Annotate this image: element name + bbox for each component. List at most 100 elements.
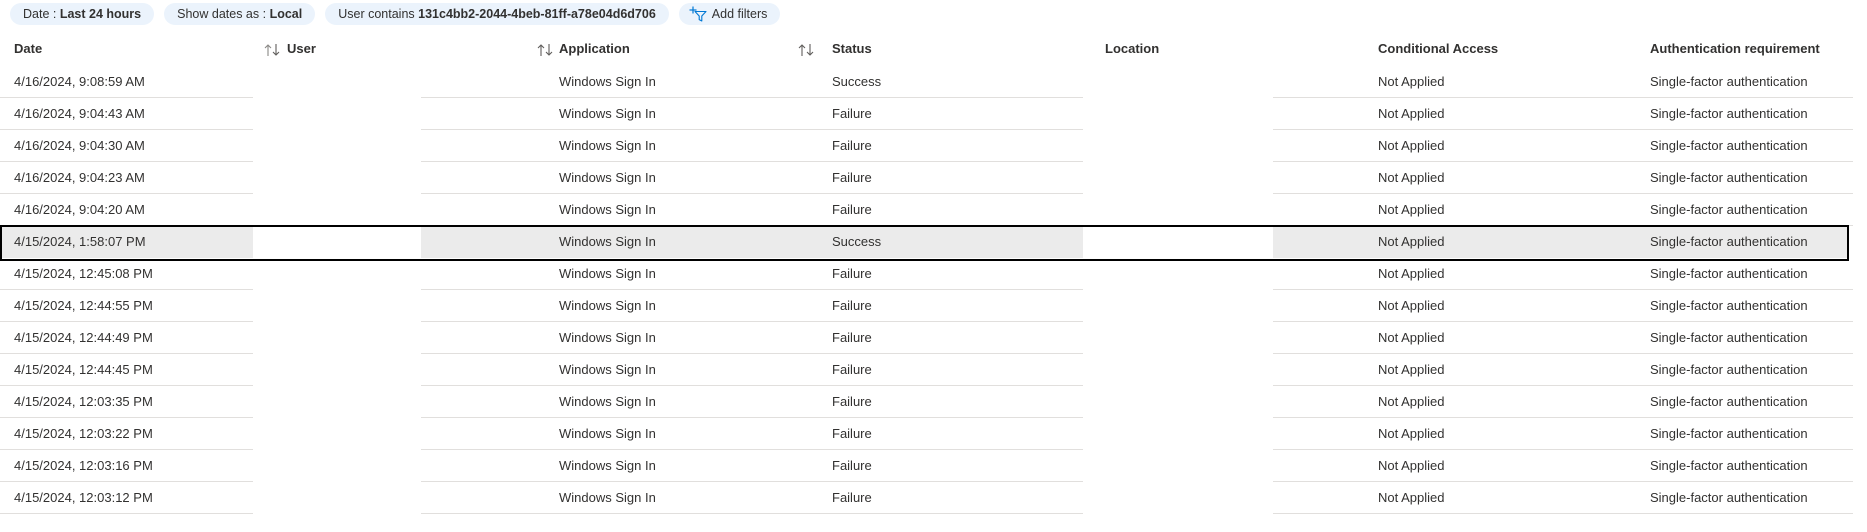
table-row[interactable]: 4/16/2024, 9:04:30 AM Windows Sign In Fail… (0, 130, 1867, 162)
show-dates-value: Local (269, 7, 303, 21)
table-row[interactable]: 4/16/2024, 9:04:20 AM Windows Sign In Fail… (0, 194, 1867, 226)
add-filters-label: Add filters (711, 7, 768, 21)
table-row[interactable]: 4/15/2024, 12:03:35 PM Windows Sign In Fai… (0, 386, 1867, 418)
date-cell: 4/16/2024, 9:04:23 AM (14, 170, 145, 185)
conditional-access-cell: Not Applied (1378, 458, 1445, 473)
status-cell: Success (832, 234, 882, 249)
table-row[interactable]: 4/15/2024, 12:44:55 PM Windows Sign In Fai… (0, 290, 1867, 322)
filter-plus-icon (689, 6, 707, 22)
column-header-application[interactable]: Application (559, 34, 630, 66)
status-cell: Failure (832, 362, 872, 377)
status-cell: Failure (832, 266, 872, 281)
status-cell: Failure (832, 138, 872, 153)
column-header-location[interactable]: Location (1105, 34, 1159, 66)
auth-requirement-cell: Single-factor authentication (1650, 170, 1808, 185)
application-cell: Windows Sign In (559, 394, 656, 409)
application-cell: Windows Sign In (559, 362, 656, 377)
date-cell: 4/15/2024, 12:45:08 PM (14, 266, 153, 281)
date-cell: 4/15/2024, 12:03:22 PM (14, 426, 153, 441)
table-row[interactable]: 4/15/2024, 12:03:12 PM Windows Sign In Fai… (0, 482, 1867, 514)
table-row[interactable]: 4/15/2024, 12:44:49 PM Windows Sign In Fai… (0, 322, 1867, 354)
status-cell: Failure (832, 170, 872, 185)
status-cell: Failure (832, 298, 872, 313)
row-divider (421, 513, 1083, 514)
application-cell: Windows Sign In (559, 266, 656, 281)
application-cell: Windows Sign In (559, 330, 656, 345)
user-filter-pill[interactable]: User contains 131c4bb2-2044-4beb-81ff-a7… (325, 3, 669, 25)
sign-ins-table: Date User Application Status Location Co… (0, 34, 1867, 514)
conditional-access-cell: Not Applied (1378, 74, 1445, 89)
column-header-conditional-access[interactable]: Conditional Access (1378, 34, 1498, 66)
conditional-access-cell: Not Applied (1378, 170, 1445, 185)
column-header-user[interactable]: User (287, 34, 316, 66)
table-body: 4/16/2024, 9:08:59 AM Windows Sign In Succ… (0, 66, 1867, 514)
user-filter-value: 131c4bb2-2044-4beb-81ff-a78e04d6d706 (418, 7, 656, 21)
table-row[interactable]: 4/15/2024, 12:03:16 PM Windows Sign In Fai… (0, 450, 1867, 482)
user-filter-prefix: User contains (338, 7, 415, 21)
status-cell: Failure (832, 458, 872, 473)
sort-user-icon[interactable] (536, 42, 554, 58)
auth-requirement-cell: Single-factor authentication (1650, 330, 1808, 345)
table-row[interactable]: 4/16/2024, 9:08:59 AM Windows Sign In Succ… (0, 66, 1867, 98)
auth-requirement-cell: Single-factor authentication (1650, 490, 1808, 505)
auth-requirement-cell: Single-factor authentication (1650, 394, 1808, 409)
table-row[interactable]: 4/16/2024, 9:04:23 AM Windows Sign In Fail… (0, 162, 1867, 194)
date-filter-pill[interactable]: Date : Last 24 hours (10, 3, 155, 25)
table-header: Date User Application Status Location Co… (0, 34, 1867, 66)
table-row[interactable]: 4/15/2024, 12:44:45 PM Windows Sign In Fai… (0, 354, 1867, 386)
auth-requirement-cell: Single-factor authentication (1650, 106, 1808, 121)
application-cell: Windows Sign In (559, 298, 656, 313)
application-cell: Windows Sign In (559, 234, 656, 249)
status-cell: Failure (832, 330, 872, 345)
auth-requirement-cell: Single-factor authentication (1650, 298, 1808, 313)
conditional-access-cell: Not Applied (1378, 330, 1445, 345)
sort-date-icon[interactable] (263, 42, 281, 58)
date-cell: 4/16/2024, 9:08:59 AM (14, 74, 145, 89)
conditional-access-cell: Not Applied (1378, 202, 1445, 217)
table-row[interactable]: 4/16/2024, 9:04:43 AM Windows Sign In Fail… (0, 98, 1867, 130)
date-filter-prefix: Date : (23, 7, 57, 21)
show-dates-prefix: Show dates as : (177, 7, 267, 21)
table-row[interactable]: 4/15/2024, 12:03:22 PM Windows Sign In Fai… (0, 418, 1867, 450)
column-header-auth-requirement[interactable]: Authentication requirement (1650, 34, 1820, 66)
date-cell: 4/15/2024, 12:03:35 PM (14, 394, 153, 409)
date-cell: 4/16/2024, 9:04:30 AM (14, 138, 145, 153)
filter-bar: Date : Last 24 hours Show dates as : Loc… (10, 2, 790, 26)
date-cell: 4/15/2024, 12:03:12 PM (14, 490, 153, 505)
column-header-status[interactable]: Status (832, 34, 872, 66)
auth-requirement-cell: Single-factor authentication (1650, 74, 1808, 89)
auth-requirement-cell: Single-factor authentication (1650, 266, 1808, 281)
date-cell: 4/15/2024, 12:44:45 PM (14, 362, 153, 377)
status-cell: Failure (832, 106, 872, 121)
date-cell: 4/15/2024, 1:58:07 PM (14, 234, 146, 249)
auth-requirement-cell: Single-factor authentication (1650, 138, 1808, 153)
date-cell: 4/15/2024, 12:44:49 PM (14, 330, 153, 345)
sort-application-icon[interactable] (797, 42, 815, 58)
table-row[interactable]: 4/15/2024, 1:58:07 PM Windows Sign In Succ… (0, 225, 1867, 261)
conditional-access-cell: Not Applied (1378, 394, 1445, 409)
add-filters-button[interactable]: Add filters (678, 3, 781, 25)
application-cell: Windows Sign In (559, 490, 656, 505)
conditional-access-cell: Not Applied (1378, 138, 1445, 153)
status-cell: Failure (832, 394, 872, 409)
date-cell: 4/15/2024, 12:44:55 PM (14, 298, 153, 313)
application-cell: Windows Sign In (559, 202, 656, 217)
status-cell: Failure (832, 426, 872, 441)
application-cell: Windows Sign In (559, 170, 656, 185)
application-cell: Windows Sign In (559, 138, 656, 153)
application-cell: Windows Sign In (559, 458, 656, 473)
auth-requirement-cell: Single-factor authentication (1650, 458, 1808, 473)
show-dates-pill[interactable]: Show dates as : Local (164, 3, 316, 25)
auth-requirement-cell: Single-factor authentication (1650, 426, 1808, 441)
row-highlight (421, 226, 1083, 258)
application-cell: Windows Sign In (559, 106, 656, 121)
date-cell: 4/16/2024, 9:04:20 AM (14, 202, 145, 217)
column-header-date[interactable]: Date (14, 34, 42, 66)
conditional-access-cell: Not Applied (1378, 266, 1445, 281)
auth-requirement-cell: Single-factor authentication (1650, 362, 1808, 377)
conditional-access-cell: Not Applied (1378, 490, 1445, 505)
auth-requirement-cell: Single-factor authentication (1650, 234, 1808, 249)
conditional-access-cell: Not Applied (1378, 298, 1445, 313)
status-cell: Failure (832, 490, 872, 505)
table-row[interactable]: 4/15/2024, 12:45:08 PM Windows Sign In Fai… (0, 258, 1867, 290)
